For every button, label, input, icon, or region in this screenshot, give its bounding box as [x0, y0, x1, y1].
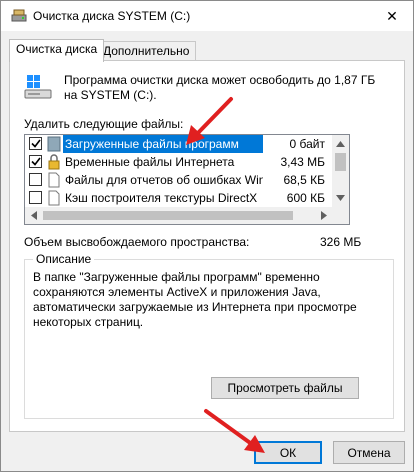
scroll-up-icon[interactable] — [336, 141, 345, 147]
file-icon — [47, 190, 61, 206]
file-name: Загруженные файлы программ — [63, 135, 263, 153]
files-label: Удалить следующие файлы: — [24, 117, 184, 131]
file-name: Файлы для отчетов об ошибках Win... — [65, 173, 263, 187]
tab-advanced[interactable]: Дополнительно — [96, 41, 197, 61]
view-files-button[interactable]: Просмотреть файлы — [211, 377, 359, 399]
list-item[interactable]: Файлы для отчетов об ошибках Win... 68,5 … — [25, 171, 333, 189]
file-size: 0 байт — [289, 137, 325, 151]
file-name: Временные файлы Интернета — [65, 155, 235, 169]
horizontal-scrollbar[interactable] — [25, 207, 349, 224]
close-button[interactable]: ✕ — [371, 1, 413, 31]
check-icon — [30, 157, 41, 166]
tab-disk-cleanup[interactable]: Очистка диска — [9, 39, 105, 62]
space-value: 326 МБ — [320, 235, 362, 249]
lock-icon — [47, 154, 61, 170]
vertical-scrollbar[interactable] — [332, 135, 349, 207]
horizontal-scroll-thumb[interactable] — [43, 211, 293, 220]
disk-cleanup-icon — [11, 9, 27, 23]
space-label: Объем высвобождаемого пространства: — [24, 235, 250, 249]
description-title: Описание — [33, 252, 95, 266]
scroll-down-icon[interactable] — [336, 195, 345, 201]
ok-button[interactable]: ОК — [254, 441, 322, 464]
check-icon — [30, 139, 41, 148]
file-checkbox[interactable] — [29, 173, 42, 186]
vertical-scroll-thumb[interactable] — [335, 153, 346, 171]
window-title: Очистка диска SYSTEM (C:) — [33, 9, 191, 23]
file-checkbox[interactable] — [29, 191, 42, 204]
list-item[interactable]: Временные файлы Интернета 3,43 МБ — [25, 153, 333, 171]
file-size: 600 КБ — [286, 191, 325, 205]
description-text: В папке "Загруженные файлы программ" вре… — [33, 270, 357, 329]
folder-icon — [47, 136, 61, 152]
file-icon — [47, 172, 61, 188]
title-bar: Очистка диска SYSTEM (C:) ✕ — [1, 1, 413, 31]
files-list[interactable]: Загруженные файлы программ 0 байт Временны… — [24, 134, 350, 225]
list-item[interactable]: Загруженные файлы программ 0 байт — [25, 135, 333, 153]
file-size: 3,43 МБ — [280, 155, 325, 169]
intro-text: Программа очистки диска может освободить… — [64, 73, 376, 102]
file-size: 68,5 КБ — [283, 173, 325, 187]
drive-icon — [24, 73, 52, 101]
file-checkbox[interactable] — [29, 137, 42, 150]
scroll-right-icon[interactable] — [321, 211, 327, 220]
file-name: Кэш построителя текстуры DirectX — [65, 191, 258, 205]
file-checkbox[interactable] — [29, 155, 42, 168]
description-group: Описание В папке "Загруженные файлы прог… — [24, 252, 394, 419]
scroll-left-icon[interactable] — [31, 211, 37, 220]
cancel-button[interactable]: Отмена — [333, 441, 405, 464]
disk-cleanup-window: Очистка диска SYSTEM (C:) ✕ Очистка диск… — [0, 0, 414, 472]
close-icon: ✕ — [386, 7, 398, 24]
list-item[interactable]: Кэш построителя текстуры DirectX 600 КБ — [25, 189, 333, 207]
tab-panel: Программа очистки диска может освободить… — [9, 60, 405, 432]
